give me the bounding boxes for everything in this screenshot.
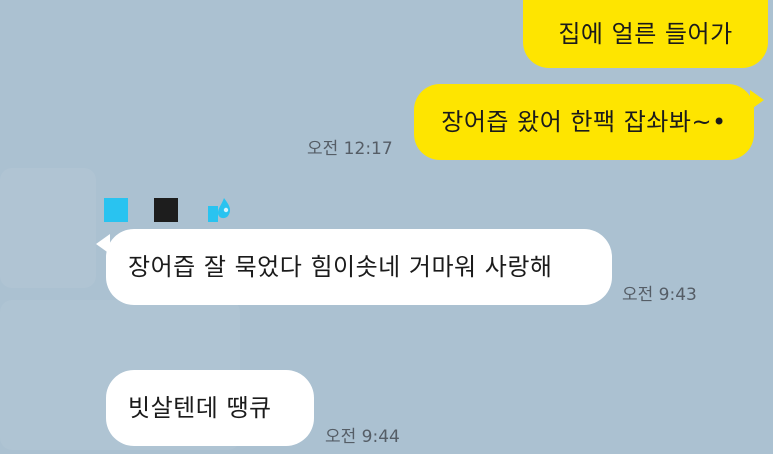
message-text: 장어즙 왔어 한팩 잡솨봐~• (441, 108, 727, 136)
incoming-message-bubble[interactable]: 빗살텐데 땡큐 (106, 370, 314, 446)
sender-name-emoji (104, 196, 232, 224)
message-text: 장어즙 잘 묵었다 힘이솟네 거마워 사랑해 (128, 253, 553, 281)
message-timestamp: 오전 12:17 (307, 139, 393, 159)
black-square-icon (154, 198, 178, 222)
message-text: 빗살텐데 땡큐 (128, 394, 272, 422)
sender-avatar-blurred[interactable] (0, 168, 96, 288)
light-blue-square-icon (104, 198, 128, 222)
bubble-tail (96, 234, 110, 254)
incoming-message-bubble[interactable]: 장어즙 잘 묵었다 힘이솟네 거마워 사랑해 (106, 229, 612, 305)
bubble-tail (750, 90, 764, 110)
outgoing-message-bubble[interactable]: 집에 얼른 들어가 (523, 0, 768, 68)
message-text: 집에 얼른 들어가 (558, 20, 733, 48)
outgoing-message-bubble[interactable]: 장어즙 왔어 한팩 잡솨봐~• (414, 84, 754, 160)
message-timestamp: 오전 9:43 (622, 285, 697, 305)
water-drop-icon (204, 196, 232, 224)
message-timestamp: 오전 9:44 (325, 427, 400, 447)
chat-room: 집에 얼른 들어가 장어즙 왔어 한팩 잡솨봐~• 오전 12:17 장어즙 잘… (0, 0, 773, 454)
